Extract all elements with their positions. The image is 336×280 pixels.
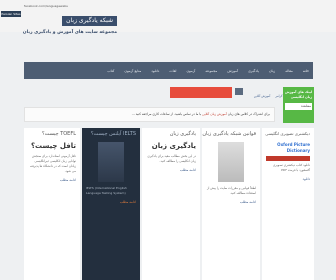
main-nav: خانه مقاله زبان یادگیری آموزش مجموعه آزم… xyxy=(24,62,313,79)
site-tagline: مجموعه سایت های آموزش و یادگیری زبان xyxy=(22,30,117,35)
notice-text: برای اشتراک در کلاس های زبان xyxy=(227,112,270,116)
nav-item-home[interactable]: خانه xyxy=(303,69,309,73)
column-title[interactable]: یادگیری زبان xyxy=(170,131,196,137)
facebook-link[interactable]: facebook.com/languagewebs xyxy=(24,4,68,8)
persian-sites-badge[interactable]: Persian Sites xyxy=(1,11,21,17)
column-ielts: IELTS آیلتس چیست؟ IELTS (International E… xyxy=(82,128,140,280)
site-title[interactable]: شبکه یادگیری زبان xyxy=(62,16,117,26)
subnav-item[interactable]: آموزش آنلاین xyxy=(254,94,271,98)
read-more-link[interactable]: ادامه مطلب xyxy=(86,200,136,204)
column-title[interactable]: IELTS آیلتس چیست؟ xyxy=(91,131,136,137)
column-title[interactable]: TOEFL چیست؟ xyxy=(42,131,76,137)
column-title[interactable]: قوانین شبکه یادگیری زبان xyxy=(202,131,256,137)
column-title[interactable]: دیکشنری تصویری انگلیسی xyxy=(265,131,310,136)
promo-banner[interactable] xyxy=(170,87,232,98)
dictionary-bar xyxy=(266,156,310,161)
nav-item[interactable]: آزمون xyxy=(186,69,195,73)
nav-item[interactable]: یادگیری xyxy=(248,69,259,73)
read-more-link[interactable]: ادامه مطلب xyxy=(206,200,256,204)
column-dictionary: دیکشنری تصویری انگلیسی Oxford Picture Di… xyxy=(262,128,314,280)
column-body: IELTS (International English Language Te… xyxy=(86,186,127,195)
notice-tail: با ما در تماس باشید. از ساعات کاری مراجع… xyxy=(131,112,202,116)
links-card-button[interactable]: مشاهده xyxy=(285,103,312,110)
column-body: تافل آزمونی استاندارد برای سنجش توانایی … xyxy=(29,154,76,173)
column-body: دانلود کتاب دیکشنری تصویری آکسفورد با فر… xyxy=(272,163,310,172)
notice-bar: برای اشتراک در کلاس های زبان آموزش زبان … xyxy=(24,107,275,122)
read-more-link[interactable]: ادامه مطلب xyxy=(28,178,76,182)
notice-link[interactable]: آموزش زبان آنلاین xyxy=(202,112,226,116)
column-body: لطفاً قوانین و مقررات سایت را پیش از است… xyxy=(207,186,256,195)
column-body: در این بخش مطالب مفید برای یادگیری زبان … xyxy=(147,154,196,163)
column-headline[interactable]: یادگیری زبان xyxy=(146,142,196,150)
column-learning: یادگیری زبان یادگیری زبان در این بخش مطا… xyxy=(142,128,200,280)
column-rules: قوانین شبکه یادگیری زبان لطفاً قوانین و … xyxy=(202,128,260,280)
nav-item[interactable]: زبان xyxy=(269,69,275,73)
column-toefl: TOEFL چیست؟ تافل چیست؟ تافل آزمونی استان… xyxy=(24,128,80,280)
nav-item[interactable]: کتاب xyxy=(107,69,114,73)
links-card-title: لینک های آموزش زبان انگلیسی xyxy=(285,90,312,99)
column-image xyxy=(98,142,124,182)
download-link[interactable]: دانلود xyxy=(266,177,310,181)
nav-item[interactable]: منابع آزمون xyxy=(124,69,141,73)
nav-item[interactable]: مجموعه xyxy=(205,69,217,73)
nav-item[interactable]: آموزش xyxy=(227,69,238,73)
site-header: شبکه یادگیری زبان مجموعه سایت های آموزش … xyxy=(22,14,324,50)
nav-item[interactable]: لغات xyxy=(169,69,176,73)
column-headline[interactable]: تافل چیست؟ xyxy=(28,142,76,150)
read-more-link[interactable]: ادامه مطلب xyxy=(146,168,196,172)
column-image xyxy=(218,142,244,182)
nav-item[interactable]: مقاله xyxy=(285,69,293,73)
links-card[interactable]: لینک های آموزش زبان انگلیسی مشاهده xyxy=(283,87,314,123)
nav-item[interactable]: دانلود xyxy=(151,69,159,73)
dictionary-title[interactable]: Oxford Picture Dictionary xyxy=(266,142,310,154)
